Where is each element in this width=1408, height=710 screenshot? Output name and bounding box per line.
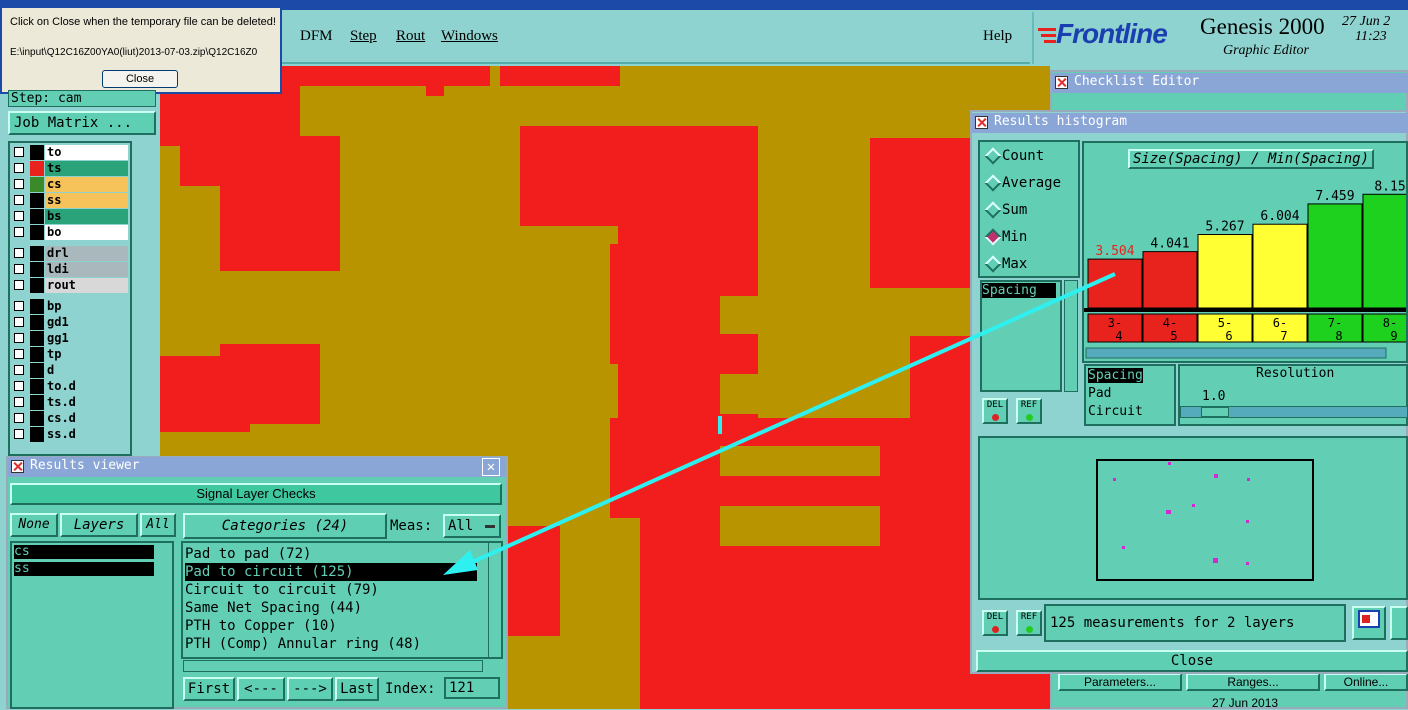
annotation-arrow xyxy=(443,272,1116,575)
